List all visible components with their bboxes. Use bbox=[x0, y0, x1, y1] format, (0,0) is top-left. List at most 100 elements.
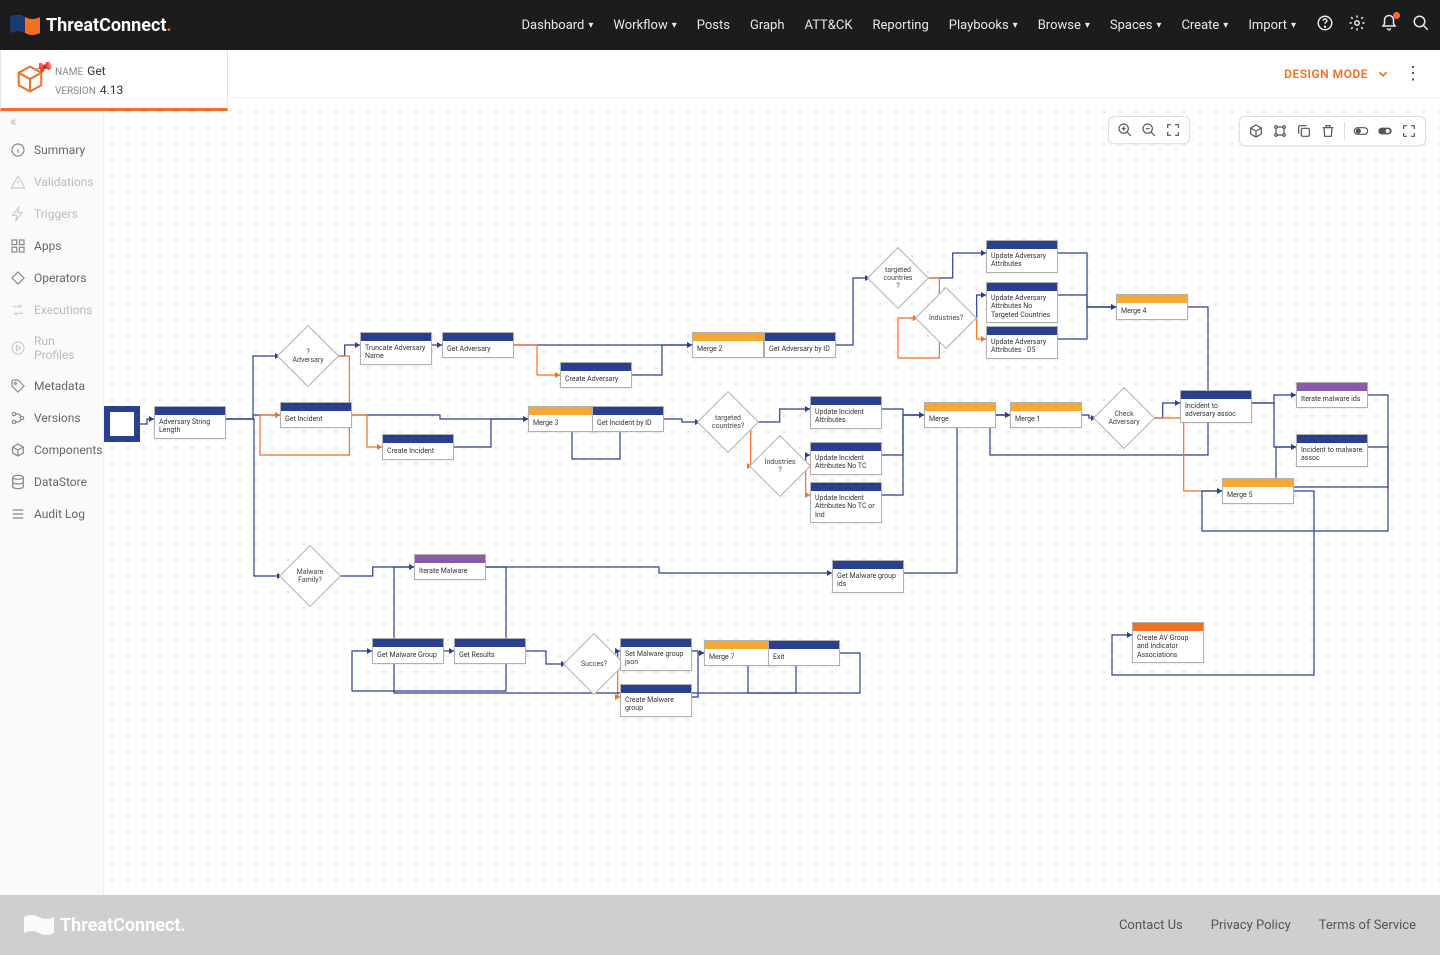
sidebar-item-audit-log[interactable]: Audit Log bbox=[0, 498, 103, 530]
nav-item-att&ck[interactable]: ATT&CK bbox=[805, 18, 853, 33]
node-label: Get Adversary by ID bbox=[765, 341, 835, 357]
app-node-i2m[interactable]: Incident to malware assoc bbox=[1296, 434, 1368, 467]
gear-icon[interactable] bbox=[1348, 14, 1366, 36]
nav-item-posts[interactable]: Posts bbox=[697, 18, 730, 33]
chevron-down-icon bbox=[1376, 67, 1390, 81]
nav-item-reporting[interactable]: Reporting bbox=[873, 18, 929, 33]
node-label: Update Incident Attributes No TC bbox=[811, 451, 881, 474]
nav-item-playbooks[interactable]: Playbooks ▾ bbox=[949, 18, 1018, 33]
node-header-bar bbox=[705, 641, 775, 649]
sidebar-item-validations[interactable]: Validations bbox=[0, 166, 103, 198]
app-node-createmalg[interactable]: Create Malware group bbox=[620, 684, 692, 717]
app-node-merge2[interactable]: Merge 2 bbox=[692, 332, 764, 358]
app-node-uaant[interactable]: Update Adversary Attributes No Targeted … bbox=[986, 282, 1058, 323]
app-node-createav[interactable]: Create AV Group and Indicator Associatio… bbox=[1132, 622, 1204, 663]
app-node-setmal[interactable]: Set Malware group json bbox=[620, 638, 692, 671]
app-node-trunc[interactable]: Truncate Adversary Name bbox=[360, 332, 432, 365]
brand-logo[interactable]: ThreatConnect. bbox=[10, 13, 172, 37]
operator-label: targeted countries ? bbox=[877, 257, 919, 299]
app-node-merge7[interactable]: Merge 7 bbox=[704, 640, 776, 666]
app-node-uaad5[interactable]: Update Adversary Attributes - D5 bbox=[986, 326, 1058, 359]
sidebar-item-metadata[interactable]: Metadata bbox=[0, 370, 103, 402]
sidebar-collapse[interactable]: « bbox=[0, 110, 103, 134]
sidebar-item-datastore[interactable]: DataStore bbox=[0, 466, 103, 498]
app-node-getadvid[interactable]: Get Adversary by ID bbox=[764, 332, 836, 358]
start-node[interactable] bbox=[104, 406, 140, 442]
app-node-asl[interactable]: Adversary String Length bbox=[154, 406, 226, 439]
design-mode-selector[interactable]: DESIGN MODE bbox=[1284, 67, 1390, 81]
branch-icon bbox=[10, 410, 26, 426]
nav-item-workflow[interactable]: Workflow ▾ bbox=[613, 18, 676, 33]
fit-icon[interactable] bbox=[1165, 122, 1181, 138]
node-header-bar bbox=[811, 483, 881, 491]
more-menu-icon[interactable]: ⋮ bbox=[1404, 63, 1422, 84]
sidebar-item-versions[interactable]: Versions bbox=[0, 402, 103, 434]
app-node-uaa[interactable]: Update Adversary Attributes bbox=[986, 240, 1058, 273]
app-node-getmalgids[interactable]: Get Malware group ids bbox=[832, 560, 904, 593]
nav-label: Import bbox=[1248, 18, 1287, 33]
sidebar-label: Components bbox=[34, 443, 103, 457]
node-header-bar bbox=[769, 641, 839, 649]
app-node-getmalgrp[interactable]: Get Malware Group bbox=[372, 638, 444, 664]
fullscreen-icon[interactable] bbox=[1401, 123, 1417, 139]
footer-link-privacy-policy[interactable]: Privacy Policy bbox=[1211, 918, 1291, 933]
zoom-in-icon[interactable] bbox=[1117, 122, 1133, 138]
chevron-down-icon: ▾ bbox=[1223, 20, 1228, 31]
playbook-header-card[interactable]: 📌 NAME Get VERSION 4.13 bbox=[0, 50, 228, 111]
sidebar-item-summary[interactable]: Summary bbox=[0, 134, 103, 166]
app-node-getincid[interactable]: Get Incident by ID bbox=[592, 406, 664, 432]
zoom-out-icon[interactable] bbox=[1141, 122, 1157, 138]
app-node-itermal[interactable]: Iterate Malware bbox=[414, 554, 486, 580]
node-label: Merge 4 bbox=[1117, 303, 1187, 319]
app-node-createadv[interactable]: Create Adversary bbox=[560, 362, 632, 388]
search-icon[interactable] bbox=[1412, 14, 1430, 36]
chevron-down-icon: ▾ bbox=[1013, 20, 1018, 31]
node-label: Update Incident Attributes bbox=[811, 405, 881, 428]
sidebar-item-triggers[interactable]: Triggers bbox=[0, 198, 103, 230]
playbook-canvas[interactable]: Adversary String Length?AdversaryTruncat… bbox=[104, 104, 1440, 895]
app-node-merge4[interactable]: Merge 4 bbox=[1116, 294, 1188, 320]
sidebar-label: Audit Log bbox=[34, 507, 85, 521]
app-node-uianc[interactable]: Update Incident Attributes No TC bbox=[810, 442, 882, 475]
sidebar-item-apps[interactable]: Apps bbox=[0, 230, 103, 262]
node-header-bar bbox=[1297, 435, 1367, 443]
footer-link-terms-of-service[interactable]: Terms of Service bbox=[1319, 918, 1416, 933]
app-node-merge3[interactable]: Merge 3 bbox=[528, 406, 600, 432]
app-node-i2a[interactable]: Incident to adversary assoc bbox=[1180, 390, 1252, 423]
node-label: Merge bbox=[925, 411, 995, 427]
node-label: Exit bbox=[769, 649, 839, 665]
cube-icon[interactable] bbox=[1248, 123, 1264, 139]
app-node-iteratemid[interactable]: Iterate malware ids bbox=[1296, 382, 1368, 408]
app-node-merge[interactable]: Merge bbox=[924, 402, 996, 428]
app-node-merge1[interactable]: Merge 1 bbox=[1010, 402, 1082, 428]
app-node-getadv[interactable]: Get Adversary bbox=[442, 332, 514, 358]
arrange-icon[interactable] bbox=[1272, 123, 1288, 139]
nav-item-create[interactable]: Create ▾ bbox=[1181, 18, 1228, 33]
operator-label: Malware Family? bbox=[289, 555, 331, 597]
app-node-createinc[interactable]: Create Incident bbox=[382, 434, 454, 460]
app-node-getincident[interactable]: Get Incident bbox=[280, 402, 352, 428]
toggle-on-icon[interactable] bbox=[1377, 123, 1393, 139]
nav-item-dashboard[interactable]: Dashboard ▾ bbox=[522, 18, 594, 33]
app-node-getres[interactable]: Get Results bbox=[454, 638, 526, 664]
node-label: Set Malware group json bbox=[621, 647, 691, 670]
app-node-uiancoi[interactable]: Update Incident Attributes No TC or Ind bbox=[810, 482, 882, 523]
app-node-merge5[interactable]: Merge 5 bbox=[1222, 478, 1294, 504]
sidebar-item-executions[interactable]: Executions bbox=[0, 294, 103, 326]
toggle-off-icon[interactable] bbox=[1353, 123, 1369, 139]
notifications-icon[interactable] bbox=[1380, 14, 1398, 36]
help-icon[interactable] bbox=[1316, 14, 1334, 36]
copy-icon[interactable] bbox=[1296, 123, 1312, 139]
nav-item-browse[interactable]: Browse ▾ bbox=[1038, 18, 1090, 33]
nav-item-graph[interactable]: Graph bbox=[750, 18, 785, 33]
app-node-exit[interactable]: Exit bbox=[768, 640, 840, 666]
trash-icon[interactable] bbox=[1320, 123, 1336, 139]
sidebar-item-operators[interactable]: Operators bbox=[0, 262, 103, 294]
sidebar-item-components[interactable]: Components bbox=[0, 434, 103, 466]
sidebar-item-run-profiles[interactable]: Run Profiles bbox=[0, 326, 103, 370]
node-label: Incident to malware assoc bbox=[1297, 443, 1367, 466]
footer-link-contact-us[interactable]: Contact Us bbox=[1119, 918, 1183, 933]
nav-item-import[interactable]: Import ▾ bbox=[1248, 18, 1296, 33]
nav-item-spaces[interactable]: Spaces ▾ bbox=[1110, 18, 1162, 33]
app-node-uia[interactable]: Update Incident Attributes bbox=[810, 396, 882, 429]
